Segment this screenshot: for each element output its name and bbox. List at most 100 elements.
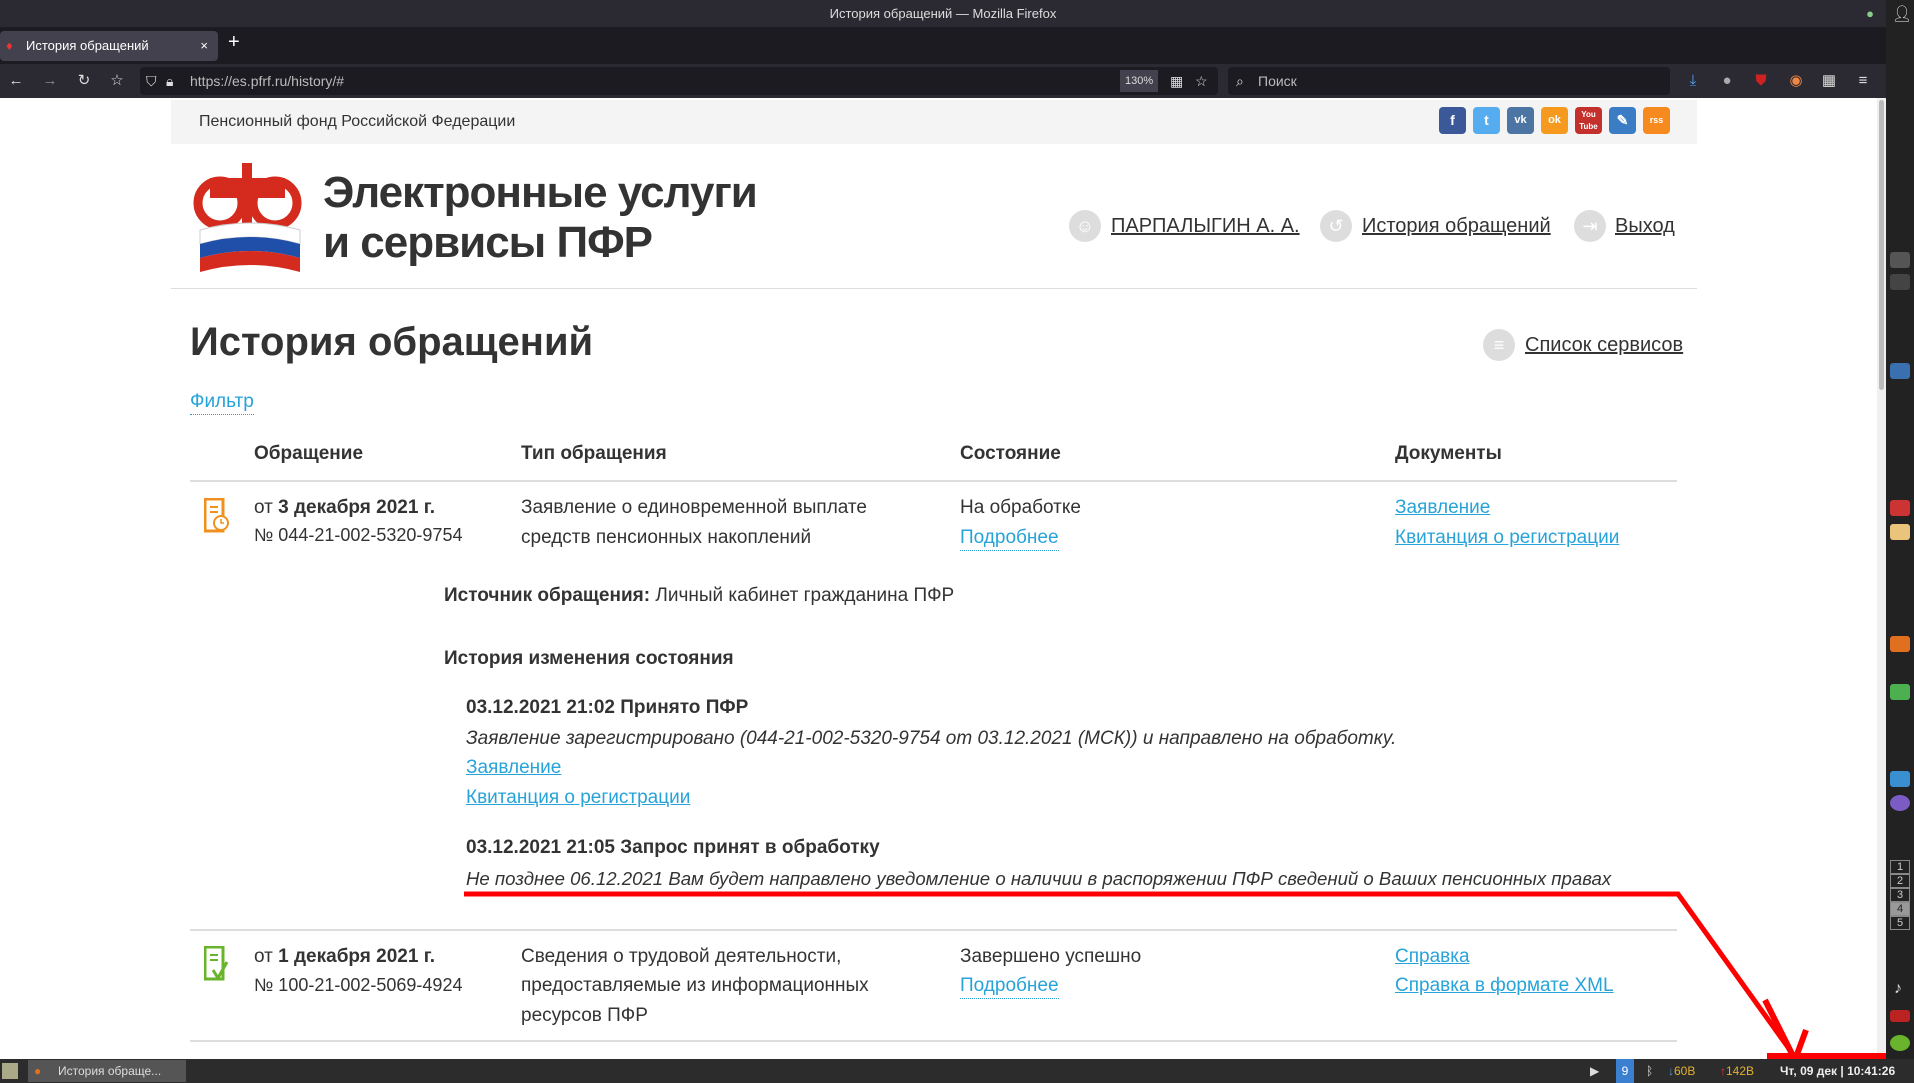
sound-icon[interactable]: ♪ (1894, 980, 1902, 998)
pfr-favicon-icon: ♦ (6, 38, 13, 53)
telegram-icon[interactable] (1890, 771, 1910, 787)
keyboard-layout-flag-icon[interactable] (1890, 1010, 1910, 1022)
extensions-icon[interactable]: ▦ (1818, 70, 1840, 92)
lock-icon: 🔒︎ (166, 73, 174, 89)
document-link-certificate[interactable]: Справка (1395, 945, 1470, 969)
right-dock-panel: 👤︎ 1 2 3 4 5 ♪ (1886, 0, 1914, 1059)
dock-app-icon[interactable] (1890, 363, 1910, 379)
user-profile-link[interactable]: ПАРПАЛЫГИН А. А. (1111, 215, 1300, 238)
workspace-5[interactable]: 5 (1890, 916, 1910, 930)
vk-icon[interactable]: vk (1507, 107, 1534, 134)
services-list-link[interactable]: Список сервисов (1525, 334, 1683, 357)
workspace-4[interactable]: 4 (1890, 902, 1910, 916)
ublock-icon[interactable]: ⛊ (1750, 70, 1772, 92)
back-icon[interactable]: ← (5, 70, 27, 92)
extensions-grid-icon[interactable]: ▦ (1170, 67, 1183, 95)
header-status: Состояние (960, 443, 1061, 464)
url-bar[interactable]: ⛉ 🔒︎ https://es.pfrf.ru/history/# 130% ▦… (140, 67, 1218, 95)
facebook-icon[interactable]: f (1439, 107, 1466, 134)
viber-icon[interactable] (1890, 795, 1910, 811)
table-header-divider (190, 480, 1677, 482)
odnoklassniki-icon[interactable]: ok (1541, 107, 1568, 134)
account-icon[interactable]: ● (1716, 70, 1738, 92)
pfr-logo[interactable] (190, 158, 305, 276)
media-player-icon[interactable]: ▶ (1590, 1059, 1599, 1083)
date-prefix: от (254, 946, 279, 967)
clock[interactable]: Чт, 09 дек | 10:41:26 (1780, 1059, 1895, 1083)
source-label: Источник обращения: (444, 585, 651, 606)
taskbar: ● История обраще... ▶ 9 ᛒ ↓60B ↑142B Чт,… (0, 1059, 1914, 1083)
url-text[interactable]: https://es.pfrf.ru/history/# (190, 67, 344, 95)
mint-menu-icon[interactable] (1890, 1035, 1910, 1051)
dock-app-icon[interactable] (1890, 684, 1910, 700)
net-upload-speed: ↑142B (1720, 1064, 1755, 1078)
bluetooth-icon[interactable]: ᛒ (1646, 1059, 1653, 1083)
twitter-icon[interactable]: t (1473, 107, 1500, 134)
dock-app-icon[interactable] (1890, 252, 1910, 268)
details-link[interactable]: Подробнее (960, 974, 1059, 999)
date-prefix: от (254, 497, 279, 518)
bookmark-page-icon[interactable]: ☆ (106, 70, 128, 92)
menu-icon[interactable]: ≡ (1852, 70, 1874, 92)
shield-icon: ⛉ (146, 73, 157, 89)
tab-close-icon[interactable]: × (200, 31, 208, 61)
zoom-level[interactable]: 130% (1120, 70, 1159, 92)
page-scrollbar[interactable] (1877, 98, 1886, 1059)
list-icon: ≡ (1483, 329, 1515, 361)
details-link[interactable]: Подробнее (960, 526, 1059, 551)
document-link-application[interactable]: Заявление (1395, 496, 1490, 520)
taskbar-window-firefox[interactable]: ● История обраще... (28, 1060, 186, 1082)
user-icon[interactable]: 👤︎ (1892, 4, 1912, 24)
youtube-icon[interactable]: You Tube (1575, 107, 1602, 134)
extension-icon[interactable]: ◉ (1785, 70, 1807, 92)
workspace-switcher[interactable]: 1 2 3 4 5 (1890, 860, 1910, 930)
workspace-2[interactable]: 2 (1890, 874, 1910, 888)
site-title: Электронные услуги и сервисы ПФР (323, 168, 758, 268)
history-link-application[interactable]: Заявление (466, 756, 561, 780)
request-date: от 1 декабря 2021 г. (254, 945, 435, 969)
net-download-speed: ↓60B (1668, 1064, 1696, 1078)
dock-app-icon[interactable] (1890, 500, 1910, 516)
show-desktop-icon[interactable] (2, 1063, 18, 1079)
dock-app-icon[interactable] (1890, 274, 1910, 290)
filter-link[interactable]: Фильтр (190, 390, 254, 415)
document-link-receipt[interactable]: Квитанция о регистрации (1395, 526, 1619, 550)
source-value: Личный кабинет гражданина ПФР (650, 585, 955, 606)
window-titlebar: История обращений — Mozilla Firefox ● (0, 0, 1886, 27)
request-type-line1: Сведения о трудовой деятельности, (521, 946, 842, 967)
header-type: Тип обращения (521, 443, 667, 464)
row-divider (190, 1040, 1677, 1042)
completed-document-icon (204, 946, 229, 981)
tab-history[interactable]: ♦ История обращений × (0, 31, 218, 61)
request-type-line1: Заявление о единовременной выплате (521, 497, 867, 518)
search-placeholder: Поиск (1258, 73, 1297, 89)
history-link[interactable]: История обращений (1362, 215, 1551, 238)
workspace-3[interactable]: 3 (1890, 888, 1910, 902)
download-icon[interactable]: ⤓ (1682, 70, 1704, 92)
folder-icon[interactable] (1890, 524, 1910, 540)
logout-icon: ⇥ (1574, 210, 1606, 242)
close-window-icon[interactable]: ● (1866, 0, 1874, 27)
request-number: № 044-21-002-5320-9754 (254, 525, 463, 545)
request-type-line2: предоставляемые из информационных (521, 975, 869, 996)
site-title-line2: и сервисы ПФР (323, 218, 653, 267)
star-icon[interactable]: ☆ (1195, 67, 1208, 95)
download-speed-value: 60B (1674, 1064, 1696, 1078)
reload-icon[interactable]: ↻ (73, 70, 95, 92)
forward-icon[interactable]: → (39, 70, 61, 92)
livejournal-icon[interactable]: ✎ (1609, 107, 1636, 134)
search-input[interactable]: ⌕ Поиск (1228, 67, 1670, 95)
logout-link[interactable]: Выход (1615, 215, 1675, 238)
status-history-heading: История изменения состояния (444, 648, 734, 669)
firefox-icon[interactable] (1890, 636, 1910, 652)
document-link-certificate-xml[interactable]: Справка в формате XML (1395, 974, 1614, 998)
history-link-receipt[interactable]: Квитанция о регистрации (466, 786, 690, 810)
new-tab-button[interactable]: + (228, 31, 240, 54)
workspace-1[interactable]: 1 (1890, 860, 1910, 874)
date-value: 1 декабря 2021 г. (278, 946, 435, 967)
header-divider (171, 288, 1697, 289)
history-icon: ↺ (1320, 210, 1352, 242)
updates-icon[interactable]: 9 (1616, 1059, 1634, 1083)
rss-icon[interactable]: rss (1643, 107, 1670, 134)
history-entry-text: Заявление зарегистрировано (044-21-002-5… (466, 728, 1397, 749)
